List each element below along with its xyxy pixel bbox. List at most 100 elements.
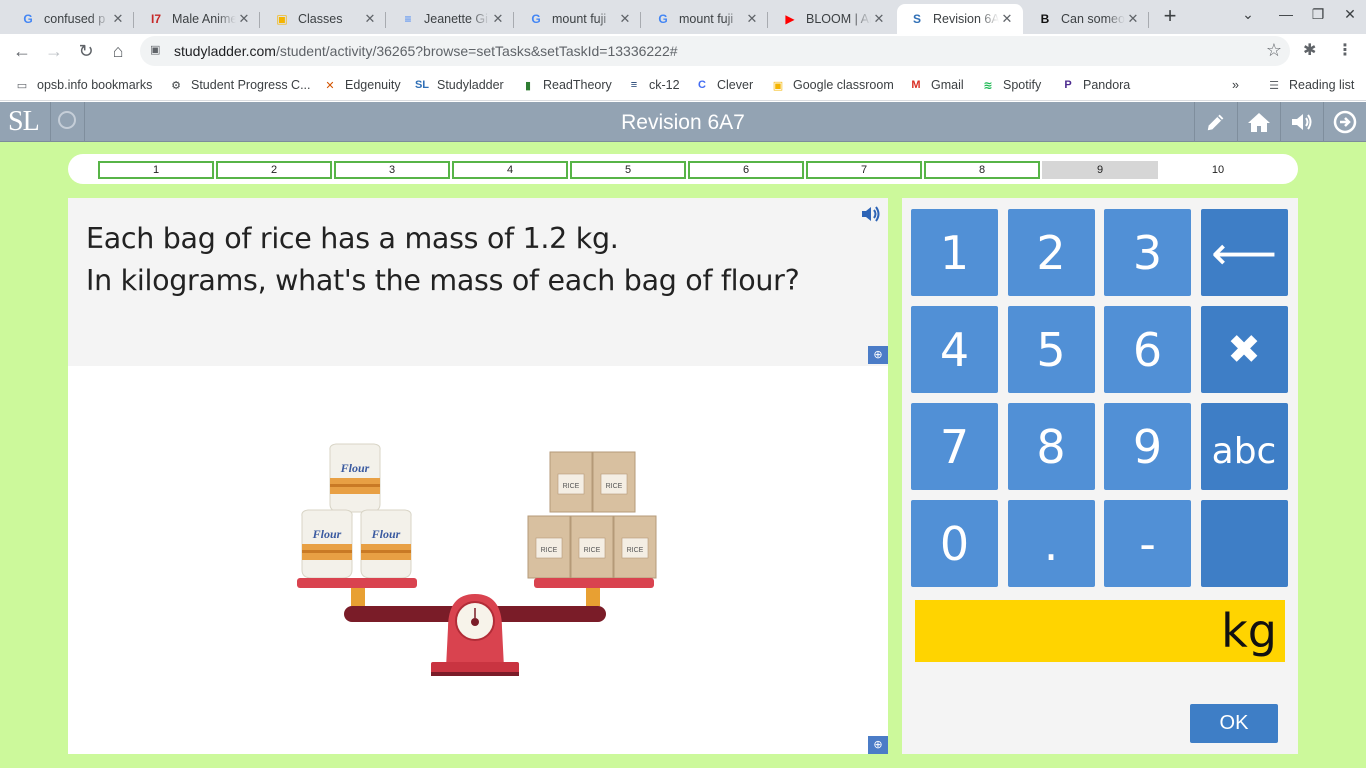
key-1[interactable]: 1 [911, 209, 998, 296]
progress-step-6[interactable]: 6 [688, 161, 804, 179]
abc-key[interactable]: abc [1200, 403, 1288, 490]
clear-key[interactable]: ✖ [1200, 306, 1288, 393]
bookmark-item[interactable]: ▭ opsb.info bookmarks [14, 76, 153, 94]
reload-icon[interactable]: ↻ [74, 39, 98, 63]
minus-key[interactable]: - [1104, 500, 1191, 587]
flour-bag-label: Flour [340, 461, 370, 475]
rice-bag: RICE [613, 515, 657, 579]
progress-step-3[interactable]: 3 [334, 161, 450, 179]
home-icon[interactable] [1237, 102, 1280, 142]
tab-separator [133, 12, 134, 28]
progress-step-8[interactable]: 8 [924, 161, 1040, 179]
close-tab-icon[interactable]: ✕ [490, 11, 506, 27]
bookmark-label: ReadTheory [543, 78, 612, 92]
backspace-key[interactable]: ⟵ [1200, 209, 1288, 296]
bookmark-label: opsb.info bookmarks [37, 78, 153, 92]
blank-key[interactable] [1200, 500, 1288, 587]
close-tab-icon[interactable]: ✕ [110, 11, 126, 27]
browser-tab[interactable]: ≡ Jeanette Gi ✕ [388, 4, 514, 34]
bookmark-item[interactable]: ▣ Google classroom [770, 76, 894, 94]
close-tab-icon[interactable]: ✕ [1125, 11, 1141, 27]
bookmark-item[interactable]: ≋ Spotify [980, 76, 1041, 94]
browser-tab[interactable]: ▣ Classes ✕ [262, 4, 386, 34]
bookmark-item[interactable]: ⚙ Student Progress C... [168, 76, 310, 94]
sound-icon[interactable] [1280, 102, 1323, 142]
bookmark-item[interactable]: ≡ ck-12 [626, 76, 680, 94]
browser-tab[interactable]: Gmount fuji ✕ [516, 4, 641, 34]
pencil-icon[interactable] [1194, 102, 1237, 142]
question-progress-bar: 1 2 3 4 5 6 7 8 9 10 [68, 154, 1298, 184]
progress-step-4[interactable]: 4 [452, 161, 568, 179]
key-6[interactable]: 6 [1104, 306, 1191, 393]
progress-step-7[interactable]: 7 [806, 161, 922, 179]
answer-unit: kg [1221, 604, 1277, 658]
bookmark-item[interactable]: M Gmail [908, 76, 963, 94]
browser-tab[interactable]: ▶ BLOOM | An ✕ [770, 4, 895, 34]
close-tab-icon[interactable]: ✕ [362, 11, 378, 27]
key-4[interactable]: 4 [911, 306, 998, 393]
bookmarks-overflow-icon[interactable]: » [1232, 76, 1239, 94]
restore-button[interactable]: ❐ [1308, 6, 1328, 23]
close-tab-icon[interactable]: ✕ [617, 11, 633, 27]
clever-icon: C [698, 79, 706, 91]
key-0[interactable]: 0 [911, 500, 998, 587]
url-path: /student/activity/36265?browse=setTasks&… [275, 43, 678, 59]
bookmark-item[interactable]: SL Studyladder [414, 76, 504, 94]
minimize-button[interactable]: — [1276, 6, 1296, 22]
decimal-key[interactable]: . [1007, 500, 1095, 587]
bookmark-label: Spotify [1003, 78, 1042, 92]
activity-title: Revision 6A7 [621, 111, 745, 134]
new-tab-button[interactable]: + [1158, 5, 1182, 29]
balance-scale [297, 578, 654, 676]
browser-tab[interactable]: I7 Male Anime ✕ [136, 4, 260, 34]
browser-tab[interactable]: B Can someo ✕ [1025, 4, 1149, 34]
key-9[interactable]: 9 [1104, 403, 1191, 490]
site-icon: I7 [150, 12, 161, 26]
close-tab-icon[interactable]: ✕ [236, 11, 252, 27]
google-icon: G [531, 12, 541, 26]
reading-list-button[interactable]: ☰ Reading list [1266, 76, 1354, 94]
key-8[interactable]: 8 [1007, 403, 1095, 490]
tab-search-icon[interactable]: ⌄ [1238, 6, 1258, 23]
extensions-icon[interactable]: ✱ [1303, 40, 1316, 60]
bookmark-item[interactable]: ▮ ReadTheory [520, 76, 612, 94]
tab-title: Revision 6A [933, 12, 999, 26]
tab-title: confused p [44, 12, 106, 26]
close-tab-icon[interactable]: ✕ [999, 11, 1015, 27]
browser-tab[interactable]: S Revision 6A ✕ [897, 4, 1023, 34]
address-bar[interactable]: ▣ studyladder.com/student/activity/36265… [140, 36, 1290, 66]
forward-icon[interactable]: → [42, 39, 66, 63]
flour-bag-label: Flour [371, 527, 401, 541]
key-7[interactable]: 7 [911, 403, 998, 490]
close-tab-icon[interactable]: ✕ [871, 11, 887, 27]
key-2[interactable]: 2 [1007, 209, 1095, 296]
tab-separator [640, 12, 641, 28]
zoom-question-icon[interactable]: ⊕ [868, 346, 888, 364]
question-panel: Each bag of rice has a mass of 1.2 kg. I… [68, 198, 888, 366]
progress-step-2[interactable]: 2 [216, 161, 332, 179]
zoom-image-icon[interactable]: ⊕ [868, 736, 888, 754]
progress-step-1[interactable]: 1 [98, 161, 214, 179]
home-icon[interactable]: ⌂ [106, 39, 130, 63]
close-window-button[interactable]: ✕ [1340, 6, 1360, 23]
answer-field[interactable]: kg [915, 600, 1285, 662]
rice-bag-label: RICE [563, 483, 580, 490]
key-3[interactable]: 3 [1104, 209, 1191, 296]
bookmark-item[interactable]: P Pandora [1060, 76, 1130, 94]
key-5[interactable]: 5 [1007, 306, 1095, 393]
progress-step-9[interactable]: 9 [1042, 161, 1158, 179]
ok-button[interactable]: OK [1190, 704, 1278, 743]
rice-bag: RICE [570, 515, 614, 579]
menu-icon[interactable]: ⋮ [1337, 40, 1353, 60]
bookmark-item[interactable]: C Clever [694, 76, 753, 94]
progress-step-10[interactable]: 10 [1160, 161, 1276, 179]
browser-tab[interactable]: Gmount fuji ✕ [643, 4, 768, 34]
back-icon[interactable]: ← [10, 39, 34, 63]
progress-step-5[interactable]: 5 [570, 161, 686, 179]
bookmark-star-icon[interactable]: ☆ [1266, 40, 1282, 61]
bookmark-item[interactable]: ✕ Edgenuity [322, 76, 400, 94]
read-aloud-icon[interactable] [860, 204, 882, 224]
browser-tab[interactable]: Gconfused p ✕ [8, 4, 134, 34]
exit-icon[interactable] [1323, 102, 1366, 142]
close-tab-icon[interactable]: ✕ [744, 11, 760, 27]
